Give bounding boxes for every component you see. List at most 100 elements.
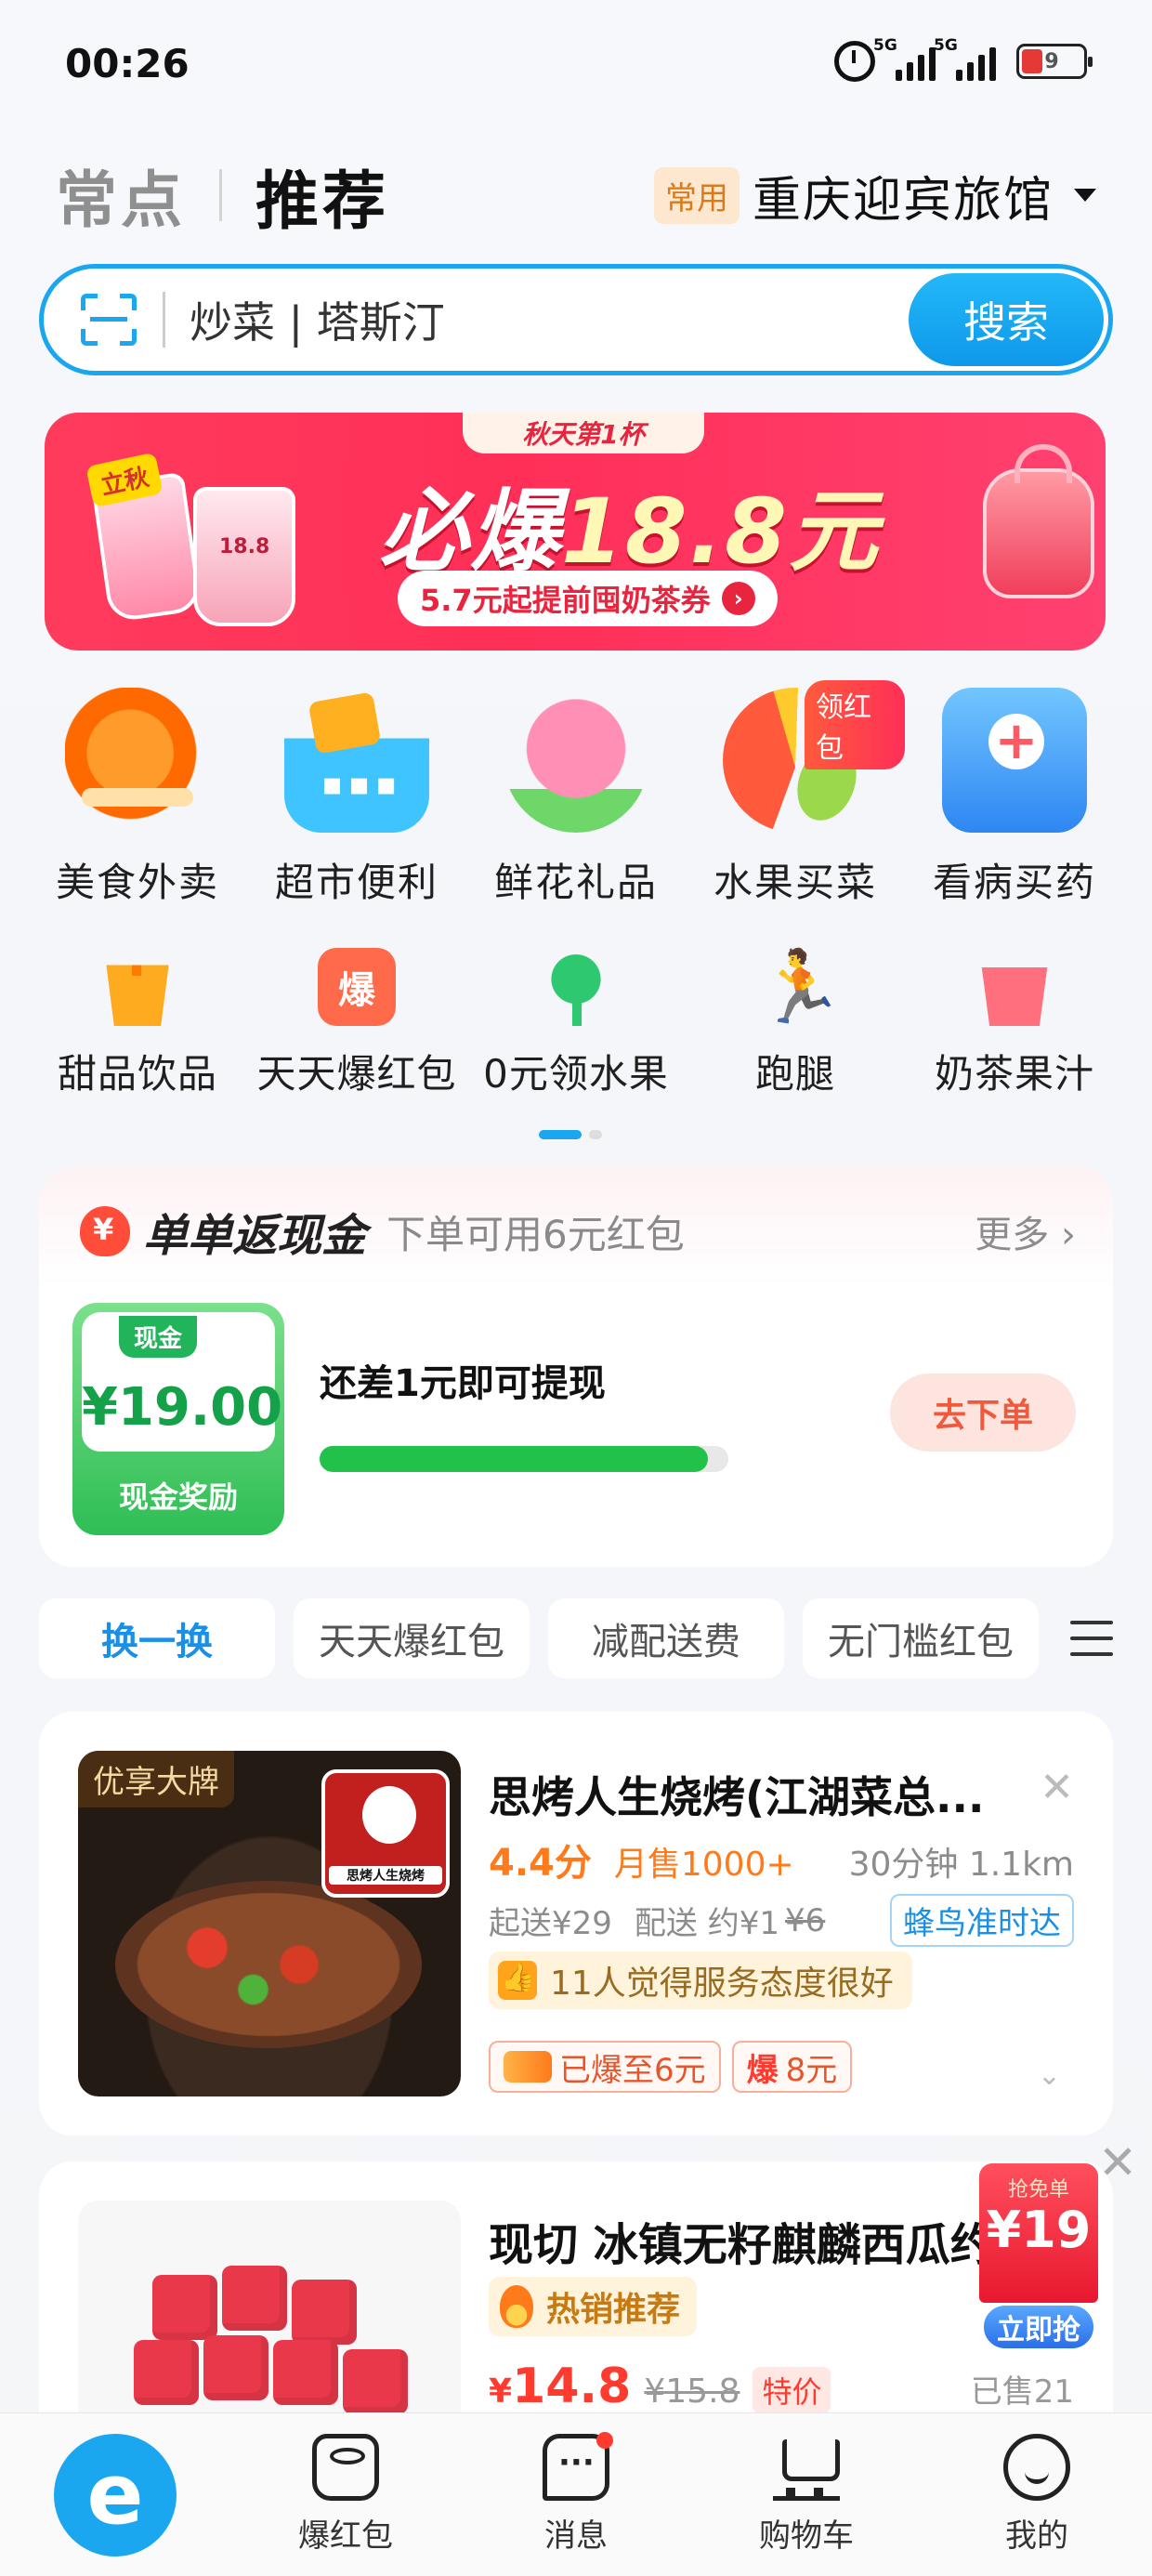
store-coupons: 已爆至6元 爆 8元: [489, 2041, 853, 2093]
coupon-boosted[interactable]: 已爆至6元: [489, 2041, 721, 2093]
cashback-more-link[interactable]: 更多 ›: [975, 1204, 1076, 1258]
store-review-text: 11人觉得服务态度很好: [550, 1965, 894, 2003]
category-label: 0元领水果: [483, 1051, 669, 1097]
store-distance: 30分钟 1.1km: [848, 1846, 1074, 1884]
product-name[interactable]: 现切 冰镇无籽麒麟西瓜约: [489, 2208, 1009, 2273]
nav-red-packet[interactable]: 爆红包: [230, 2413, 461, 2576]
cashback-header: 单单返现金 下单可用6元红包: [80, 1199, 685, 1264]
cash-pill: 现金: [119, 1316, 198, 1358]
category-flowers[interactable]: 鲜花礼品: [466, 688, 686, 908]
bottom-nav: e 爆红包 消息 购物车 我的: [0, 2412, 1152, 2576]
status-bar: 00:26 5G 5G 9: [0, 0, 1152, 130]
product-sold: 已售21: [970, 2373, 1074, 2411]
category-juice[interactable]: 奶茶果汁: [905, 948, 1124, 1099]
store-logo: 思烤人生烧烤: [321, 1769, 450, 1898]
network-type-2: 5G: [934, 36, 958, 55]
special-price-tag: 特价: [753, 2367, 831, 2413]
grab-now-button[interactable]: 立即抢: [981, 2303, 1096, 2351]
chevron-down-icon[interactable]: ⌄: [1038, 2059, 1061, 2092]
cash-ticket-label: 现金奖励: [118, 1479, 238, 1515]
pager-dot: [589, 1130, 602, 1139]
cart-icon: [773, 2434, 840, 2501]
location-name[interactable]: 重庆迎宾旅馆: [753, 161, 1054, 230]
chef-avatar-icon: [362, 1786, 416, 1844]
category-free-fruit[interactable]: 0元领水果: [466, 948, 686, 1099]
tab-frequent[interactable]: 常点: [56, 151, 186, 240]
float-close-icon[interactable]: ✕: [1098, 2136, 1137, 2189]
chip-reduced-delivery[interactable]: 减配送费: [548, 1598, 784, 1678]
coupon-boosted-label: 已爆至6元: [559, 2051, 706, 2089]
category-supermarket[interactable]: 超市便利: [247, 688, 466, 908]
store-score: 4.4分: [489, 1842, 592, 1885]
nav-cart[interactable]: 购物车: [691, 2413, 922, 2576]
store-stats: 4.4分 月售1000+ 30分钟 1.1km: [489, 1833, 1074, 1886]
red-packet-icon: 爆: [318, 948, 396, 1026]
chip-refresh[interactable]: 换一换: [39, 1598, 275, 1678]
category-pager: [539, 1130, 602, 1139]
tab-divider: [219, 169, 222, 221]
battery-fill: [1022, 49, 1042, 73]
close-icon[interactable]: ✕: [1040, 1764, 1074, 1811]
category-dessert[interactable]: 甜品饮品: [28, 948, 247, 1099]
search-bar[interactable]: 炒菜 | 塔斯汀 搜索: [39, 264, 1113, 375]
watermelon-product-image[interactable]: [78, 2201, 461, 2440]
dropdown-arrow-icon[interactable]: [1074, 189, 1096, 202]
store-card[interactable]: 优享大牌 思烤人生烧烤 思烤人生烧烤(江湖菜总... ✕ 4.4分 月售1000…: [39, 1712, 1113, 2136]
red-packet-badge: 领红包: [805, 680, 905, 769]
category-grid-row-2: 甜品饮品 爆 天天爆红包 0元领水果 🏃 跑腿 奶茶果汁: [28, 948, 1124, 1099]
filter-menu-icon[interactable]: [1070, 1617, 1113, 1660]
chip-red-packet[interactable]: 天天爆红包: [294, 1598, 530, 1678]
category-food[interactable]: 美食外卖: [28, 688, 247, 908]
nav-profile[interactable]: 我的: [922, 2413, 1152, 2576]
banner-headline-amount: 18.8元: [561, 480, 880, 584]
category-label: 甜品饮品: [57, 1051, 217, 1097]
banner-headline: 必爆18.8元: [379, 459, 880, 588]
category-label: 美食外卖: [55, 860, 219, 905]
search-input[interactable]: 炒菜 | 塔斯汀: [190, 289, 909, 350]
product-price-row: ¥14.8 ¥15.8 特价 已售21: [489, 2359, 1074, 2414]
chevron-right-icon: ›: [721, 582, 755, 615]
chip-no-threshold[interactable]: 无门槛红包: [803, 1598, 1039, 1678]
store-review: 11人觉得服务态度很好: [489, 1952, 912, 2009]
float-coupon-label: 抢免单: [1007, 2178, 1069, 2201]
tab-recommend[interactable]: 推荐: [255, 150, 389, 242]
battery-level: 9: [1044, 49, 1059, 73]
category-errand[interactable]: 🏃 跑腿: [686, 948, 905, 1099]
search-button[interactable]: 搜索: [909, 273, 1104, 366]
product-price: ¥14.8: [489, 2359, 632, 2414]
category-label: 奶茶果汁: [934, 1051, 1094, 1097]
place-order-button[interactable]: 去下单: [890, 1373, 1076, 1452]
cash-reward-ticket[interactable]: 现金 ¥19.00 现金奖励: [72, 1303, 284, 1535]
category-grid-row-1: 美食外卖 超市便利 鲜花礼品 领红包 水果买菜 看病买药: [28, 680, 1124, 908]
nav-label: 购物车: [759, 2517, 854, 2555]
product-orig-price: ¥15.8: [644, 2372, 740, 2411]
nav-messages[interactable]: 消息: [461, 2413, 691, 2576]
promo-banner[interactable]: 18.8 立秋 秋天第1杯 必爆18.8元 5.7元起提前囤奶茶券 ›: [45, 413, 1106, 651]
category-label: 水果买菜: [713, 860, 877, 905]
category-fruit[interactable]: 领红包 水果买菜: [686, 680, 905, 908]
eleme-logo-icon[interactable]: e: [54, 2433, 177, 2556]
food-delivery-icon: [65, 688, 210, 833]
signal-icon: 5G: [873, 36, 936, 81]
network-type-1: 5G: [873, 36, 897, 55]
category-red-packet[interactable]: 爆 天天爆红包: [247, 948, 466, 1099]
store-image[interactable]: 优享大牌 思烤人生烧烤: [78, 1751, 461, 2096]
banner-ribbon: 秋天第1杯: [463, 413, 704, 453]
category-medicine[interactable]: 看病买药: [905, 688, 1124, 908]
coupon-bao[interactable]: 爆 8元: [731, 2041, 853, 2093]
cashback-title: 单单返现金: [143, 1210, 367, 1262]
cashback-desc: 下单可用6元红包: [386, 1211, 685, 1257]
search-separator: [163, 292, 165, 348]
nav-home[interactable]: e: [0, 2413, 230, 2576]
category-label: 鲜花礼品: [493, 860, 658, 905]
store-name[interactable]: 思烤人生烧烤(江湖菜总...: [489, 1764, 1009, 1825]
signal-icon-2: 5G: [934, 36, 996, 81]
status-icons: 5G 5G 9: [834, 36, 1093, 82]
category-label: 超市便利: [274, 860, 439, 905]
free-order-float-coupon[interactable]: 抢免单 ¥19 立即抢: [974, 2163, 1104, 2359]
scan-icon[interactable]: [81, 294, 137, 346]
product-card[interactable]: 现切 冰镇无籽麒麟西瓜约 热销推荐 ¥14.8 ¥15.8 特价 已售21: [39, 2162, 1113, 2440]
cup-price-label: 18.8: [219, 535, 270, 559]
location-selector[interactable]: 常用 重庆迎宾旅馆: [653, 161, 1096, 230]
banner-cta[interactable]: 5.7元起提前囤奶茶券 ›: [398, 571, 778, 626]
